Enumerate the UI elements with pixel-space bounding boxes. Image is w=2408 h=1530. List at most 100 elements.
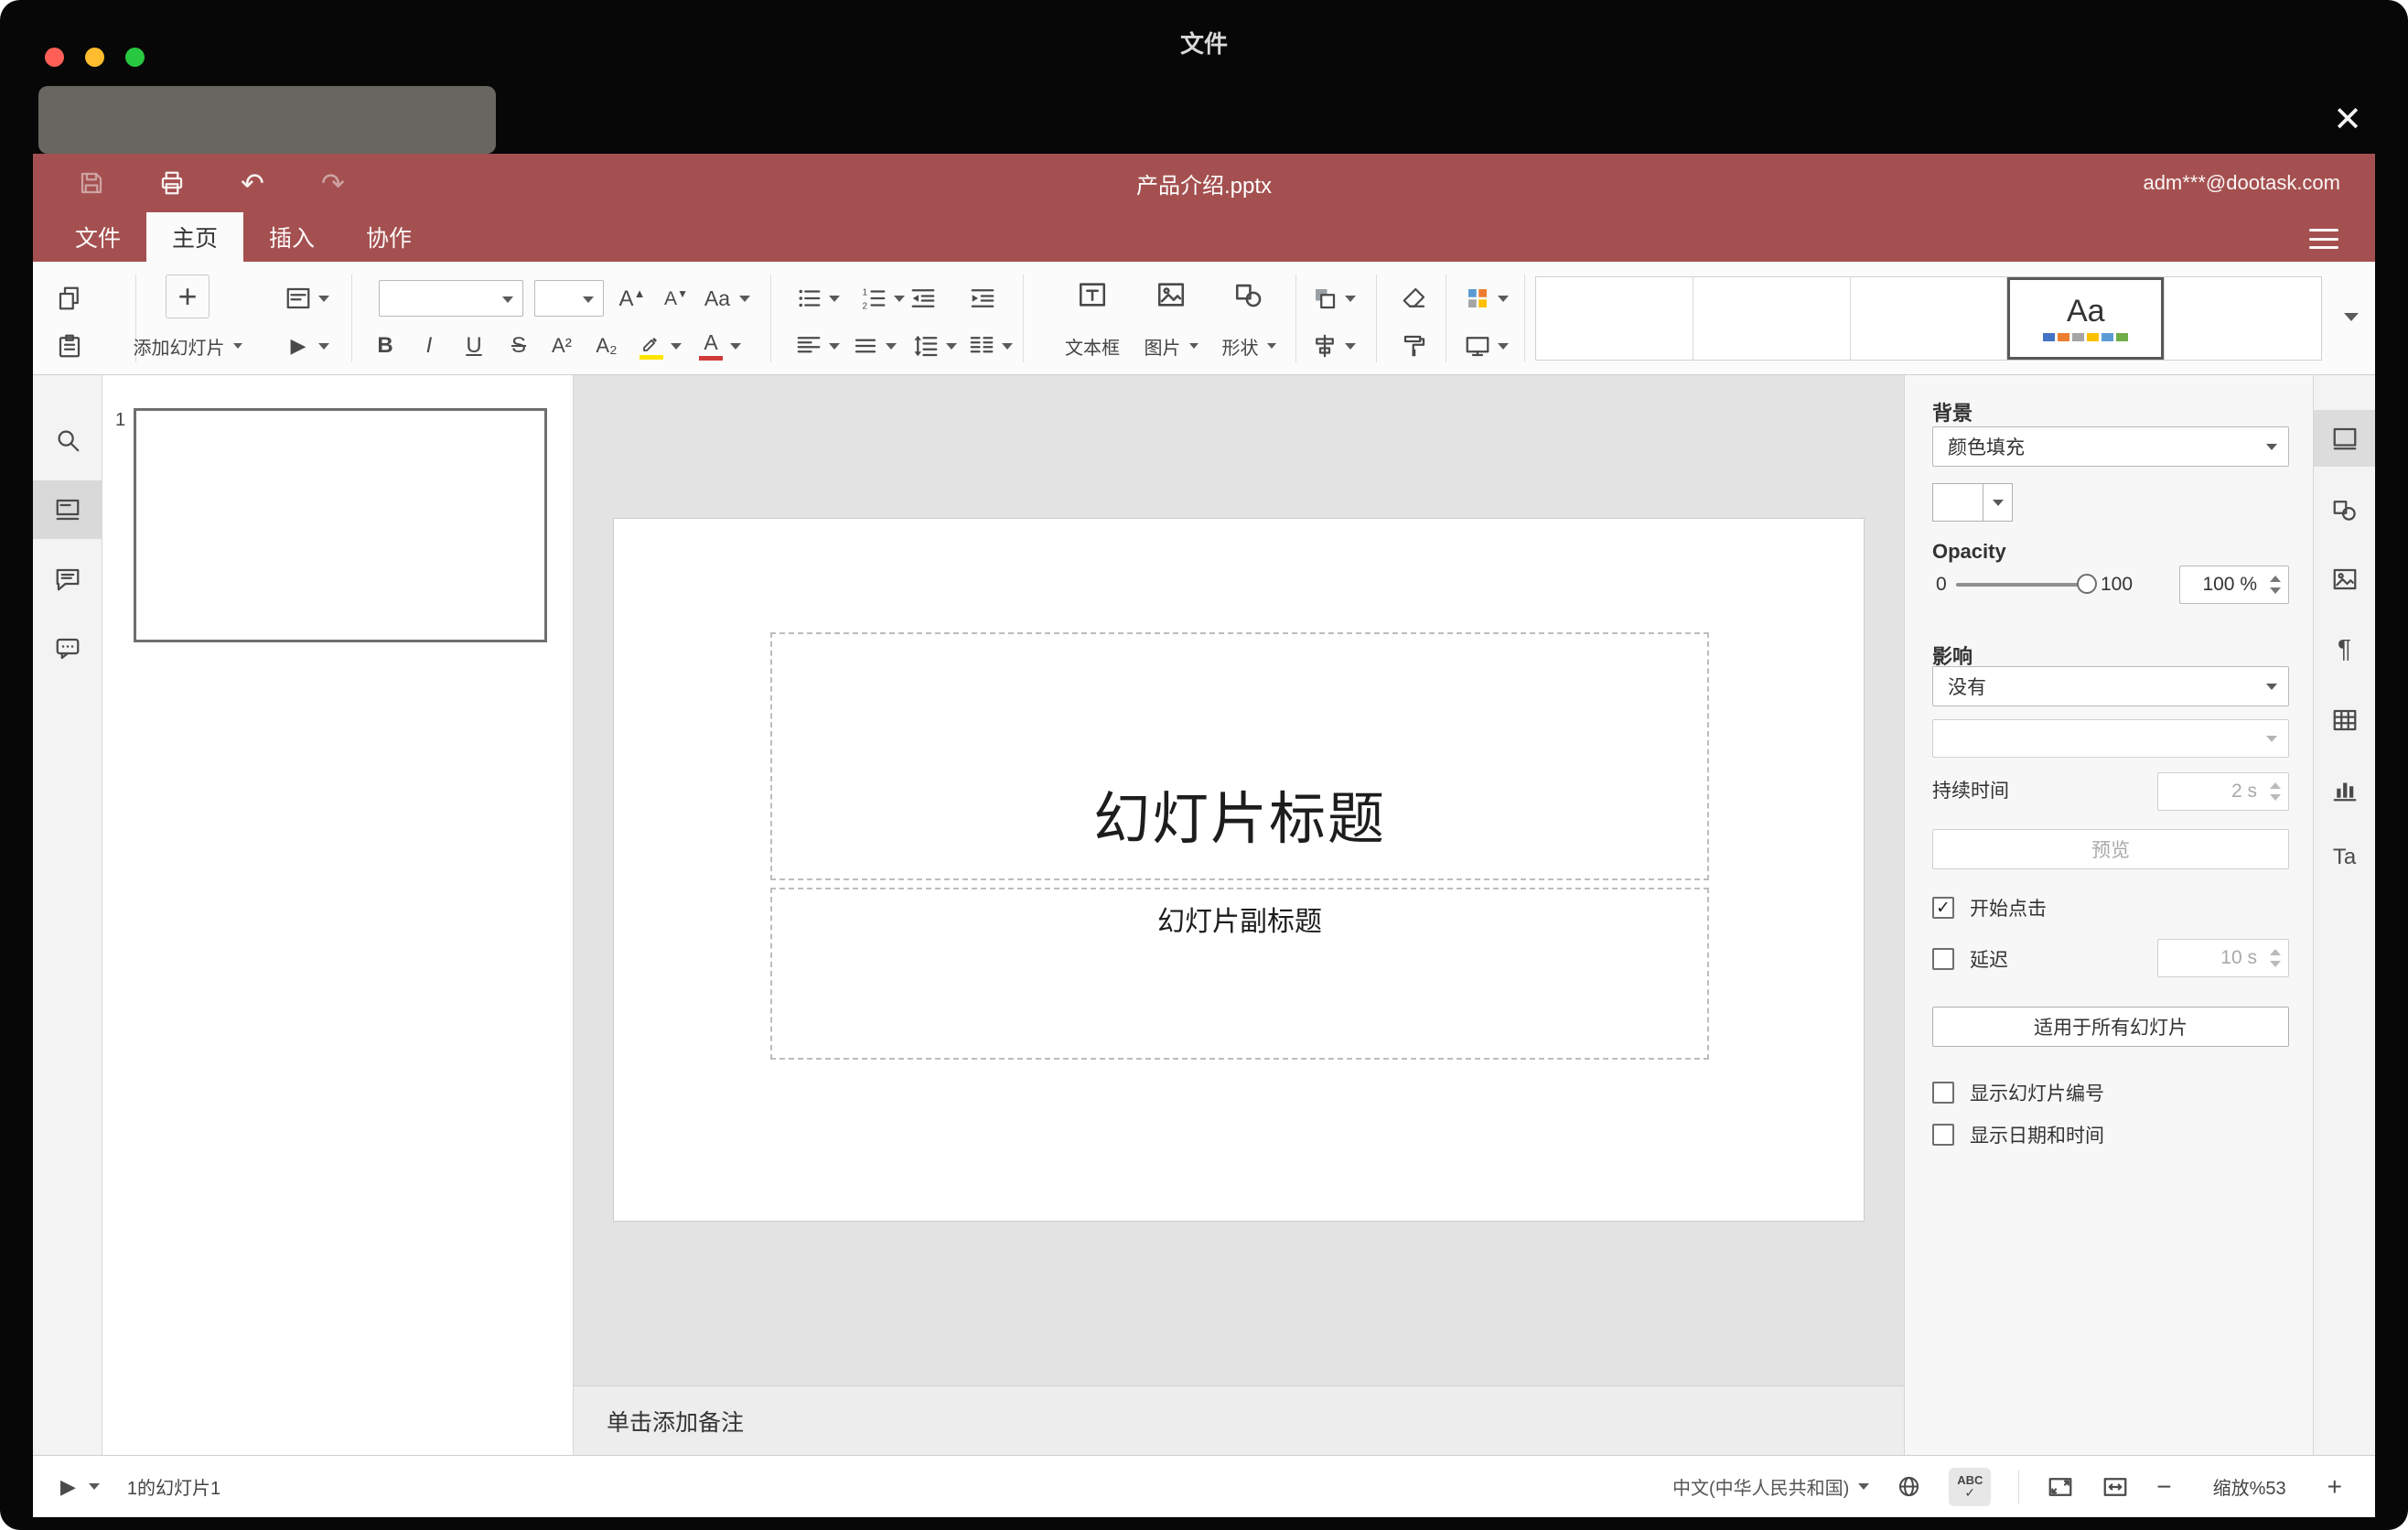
- copy-style-button[interactable]: [1394, 326, 1435, 366]
- theme-option-2[interactable]: [1693, 277, 1851, 360]
- opacity-spinner[interactable]: 100 %: [2179, 566, 2289, 604]
- vertical-align-chevron-icon[interactable]: [886, 343, 897, 350]
- columns-chevron-icon[interactable]: [1002, 343, 1013, 350]
- language-selector[interactable]: 中文(中华人民共和国): [1672, 1473, 1870, 1500]
- increase-font-button[interactable]: A▲: [612, 278, 652, 318]
- align-shape-button[interactable]: [1305, 326, 1345, 366]
- slides-panel-button[interactable]: [33, 480, 102, 539]
- slide-size-chevron-icon[interactable]: [1498, 343, 1509, 350]
- fit-slide-icon[interactable]: [2047, 1473, 2074, 1501]
- opacity-slider-handle[interactable]: [2077, 574, 2097, 594]
- opacity-slider-track[interactable]: [1956, 583, 2090, 587]
- color-scheme-button[interactable]: [1457, 278, 1498, 318]
- background-color-picker[interactable]: [1932, 483, 2013, 522]
- highlight-color-button[interactable]: [631, 326, 672, 366]
- opacity-down-icon[interactable]: [2270, 587, 2281, 594]
- theme-option-selected[interactable]: Aa: [2007, 277, 2166, 360]
- apply-to-all-button[interactable]: 适用于所有幻灯片: [1932, 1007, 2289, 1047]
- font-name-combo[interactable]: [379, 280, 523, 317]
- clear-style-button[interactable]: [1394, 278, 1435, 318]
- duration-spinner[interactable]: 2 s: [2157, 772, 2289, 811]
- slide-layout-button[interactable]: [278, 278, 318, 318]
- vertical-align-button[interactable]: [845, 326, 886, 366]
- slide-settings-button[interactable]: [2314, 410, 2375, 467]
- line-spacing-chevron-icon[interactable]: [946, 343, 957, 350]
- background-fill-select[interactable]: 颜色填充: [1932, 426, 2289, 467]
- undo-button[interactable]: ↶: [236, 167, 269, 199]
- italic-button[interactable]: I: [409, 326, 449, 366]
- chart-settings-button[interactable]: [2314, 761, 2375, 818]
- show-datetime-row[interactable]: 显示日期和时间: [1932, 1116, 2104, 1153]
- opacity-up-icon[interactable]: [2270, 576, 2281, 582]
- insert-shape-icon[interactable]: [1229, 275, 1269, 315]
- start-slideshow-button[interactable]: ▶: [278, 326, 318, 366]
- delay-spinner[interactable]: 10 s: [2157, 939, 2289, 977]
- insert-textbox-icon[interactable]: [1072, 275, 1113, 315]
- change-case-chevron-icon[interactable]: [739, 296, 750, 302]
- horizontal-align-chevron-icon[interactable]: [829, 343, 840, 350]
- chat-button[interactable]: [33, 620, 102, 678]
- theme-option-5[interactable]: [2165, 277, 2321, 360]
- insert-shape-button[interactable]: 形状: [1194, 326, 1304, 366]
- redo-button[interactable]: ↷: [317, 167, 349, 199]
- horizontal-align-button[interactable]: [789, 326, 829, 366]
- paragraph-settings-button[interactable]: ¶: [2314, 620, 2375, 677]
- table-settings-button[interactable]: [2314, 692, 2375, 749]
- slide-thumbnail[interactable]: [134, 408, 547, 642]
- slide-surface[interactable]: 幻灯片标题 幻灯片副标题: [613, 518, 1865, 1222]
- preview-chevron-icon[interactable]: [88, 1483, 100, 1490]
- image-settings-button[interactable]: [2314, 551, 2375, 608]
- zoom-out-button[interactable]: −: [2156, 1473, 2171, 1500]
- fit-width-icon[interactable]: [2102, 1473, 2129, 1501]
- insert-image-icon[interactable]: [1151, 275, 1191, 315]
- tab-insert[interactable]: 插入: [243, 212, 340, 262]
- font-color-chevron-icon[interactable]: [730, 343, 741, 350]
- print-button[interactable]: [156, 167, 188, 199]
- decrease-font-button[interactable]: A▼: [656, 278, 696, 318]
- spellcheck-button[interactable]: ABC ✓: [1949, 1467, 1992, 1506]
- preview-button[interactable]: 预览: [1932, 829, 2289, 869]
- strikeout-button[interactable]: S: [499, 326, 539, 366]
- subtitle-placeholder[interactable]: 幻灯片副标题: [770, 888, 1709, 1060]
- start-preview-icon[interactable]: ▶: [60, 1476, 76, 1497]
- show-slide-number-row[interactable]: 显示幻灯片编号: [1932, 1074, 2104, 1111]
- copy-button[interactable]: [49, 278, 90, 318]
- shape-settings-button[interactable]: [2314, 481, 2375, 538]
- columns-button[interactable]: [962, 326, 1002, 366]
- arrange-shape-button[interactable]: [1305, 278, 1345, 318]
- decrease-indent-button[interactable]: [903, 278, 943, 318]
- change-case-button[interactable]: Aa: [697, 278, 737, 318]
- subscript-button[interactable]: A₂: [586, 326, 627, 366]
- zoom-in-button[interactable]: +: [2327, 1473, 2342, 1500]
- slide-size-button[interactable]: [1457, 326, 1498, 366]
- show-slide-number-checkbox[interactable]: [1932, 1082, 1954, 1104]
- align-shape-chevron-icon[interactable]: [1345, 343, 1356, 350]
- font-size-combo[interactable]: [534, 280, 604, 317]
- close-icon[interactable]: ✕: [2322, 93, 2373, 145]
- effect-option-select[interactable]: [1932, 719, 2289, 758]
- notes-area[interactable]: 单击添加备注: [574, 1385, 1904, 1455]
- highlight-chevron-icon[interactable]: [671, 343, 682, 350]
- slideshow-chevron-icon[interactable]: [318, 343, 329, 350]
- textart-settings-button[interactable]: Ta: [2314, 829, 2375, 886]
- hamburger-menu-icon[interactable]: [2307, 225, 2340, 253]
- search-button[interactable]: [33, 411, 102, 469]
- numbered-list-button[interactable]: [854, 278, 894, 318]
- underline-button[interactable]: U: [454, 326, 494, 366]
- title-placeholder[interactable]: 幻灯片标题: [770, 632, 1709, 880]
- delay-checkbox[interactable]: [1932, 948, 1954, 970]
- line-spacing-button[interactable]: [906, 326, 946, 366]
- paste-button[interactable]: [49, 326, 90, 366]
- arrange-chevron-icon[interactable]: [1345, 296, 1356, 302]
- document-language-icon[interactable]: [1897, 1474, 1921, 1499]
- font-color-button[interactable]: A: [691, 326, 731, 366]
- bullet-list-button[interactable]: [789, 278, 829, 318]
- save-button[interactable]: [75, 167, 108, 199]
- add-slide-button[interactable]: +: [166, 275, 210, 318]
- comments-button[interactable]: [33, 550, 102, 609]
- tab-file[interactable]: 文件: [49, 212, 146, 262]
- start-on-click-checkbox[interactable]: ✓: [1932, 897, 1954, 919]
- bold-button[interactable]: B: [365, 326, 405, 366]
- show-datetime-checkbox[interactable]: [1932, 1124, 1954, 1146]
- delay-row[interactable]: 延迟: [1932, 941, 2008, 977]
